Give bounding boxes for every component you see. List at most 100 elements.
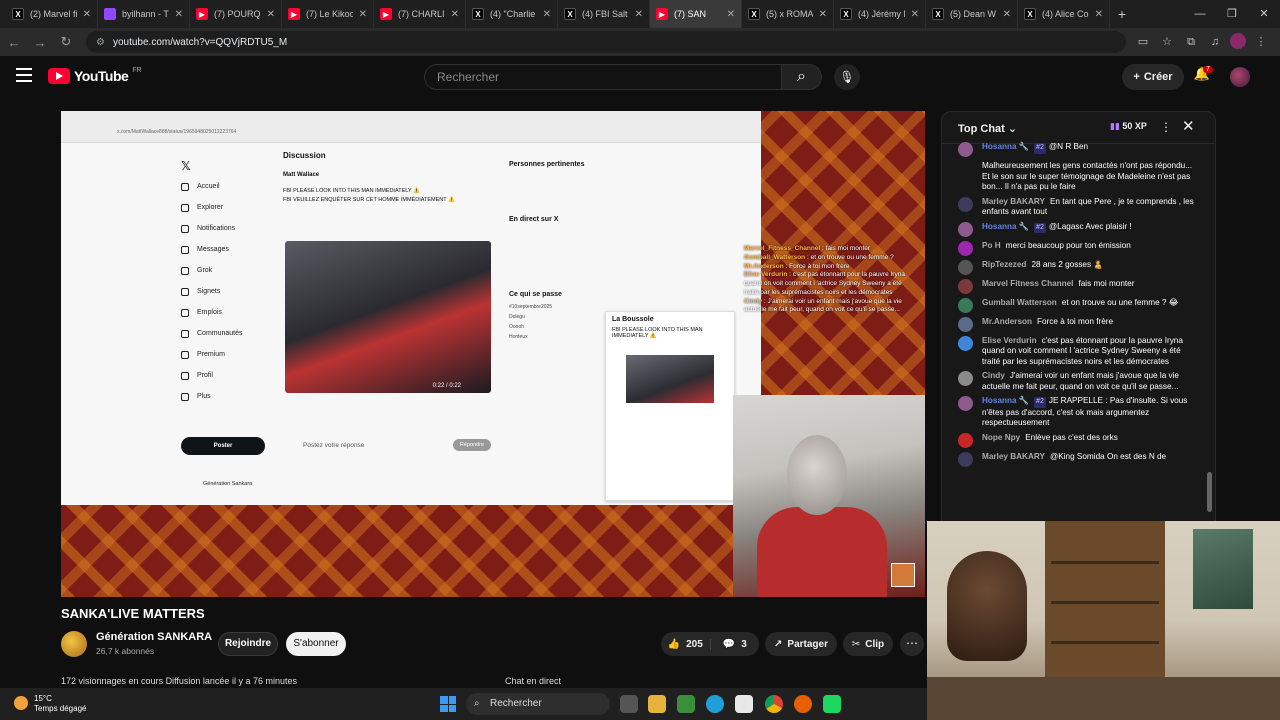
share-button[interactable]: ↗ Partager xyxy=(765,632,837,656)
voice-search-button[interactable]: 🎙 xyxy=(834,64,860,90)
chat-avatar[interactable] xyxy=(958,297,973,313)
chat-avatar[interactable] xyxy=(958,196,973,212)
task-view-icon[interactable] xyxy=(620,695,638,713)
chat-author[interactable]: Marley BAKARY xyxy=(982,197,1045,206)
chat-message[interactable]: Gumball Watterson et on trouve ou une fem… xyxy=(942,296,1204,315)
chat-author[interactable]: Marley BAKARY xyxy=(982,452,1045,461)
video-player[interactable]: x.com/MattWallace888/status/196594802501… xyxy=(61,111,925,597)
tab-close-icon[interactable]: ✕ xyxy=(819,9,827,20)
chat-message[interactable]: Hosanna 🔧 #2 @Lagasc Avec plaisir ! xyxy=(942,220,1204,239)
store-icon[interactable] xyxy=(735,695,753,713)
close-chat-icon[interactable]: ✕ xyxy=(1182,117,1195,135)
chat-author[interactable]: Marvel Fitness Channel xyxy=(982,279,1073,288)
search-input[interactable]: Rechercher xyxy=(424,64,782,90)
chat-avatar[interactable] xyxy=(958,142,973,157)
chat-avatar[interactable] xyxy=(958,259,973,275)
tab-close-icon[interactable]: ✕ xyxy=(1095,9,1103,20)
chat-author[interactable]: Hosanna 🔧 xyxy=(982,222,1029,231)
extensions-icon[interactable]: ⧉ xyxy=(1182,33,1200,51)
tab-close-icon[interactable]: ✕ xyxy=(1003,9,1011,20)
chat-message[interactable]: Mr.Anderson Force à toi mon frère xyxy=(942,315,1204,334)
forward-icon[interactable]: → xyxy=(28,35,52,50)
chat-avatar[interactable] xyxy=(958,432,973,448)
channel-name[interactable]: Génération SANKARA xyxy=(96,631,212,643)
chat-author[interactable]: Po H xyxy=(982,241,1001,250)
join-button[interactable]: Rejoindre xyxy=(218,632,278,656)
tab-close-icon[interactable]: ✕ xyxy=(83,9,91,20)
chat-options-icon[interactable]: ⋮ xyxy=(1160,120,1172,134)
browser-tab[interactable]: X (4) "Charlie K ✕ xyxy=(466,0,558,28)
tab-close-icon[interactable]: ✕ xyxy=(175,9,183,20)
chat-author[interactable]: Mr.Anderson xyxy=(982,317,1032,326)
chat-avatar[interactable] xyxy=(958,316,973,332)
media-icon[interactable]: ♫ xyxy=(1206,33,1224,51)
windows-start-icon[interactable] xyxy=(440,696,456,712)
chat-author[interactable]: Gumball Watterson xyxy=(982,298,1057,307)
create-button[interactable]: + Créer xyxy=(1122,64,1184,90)
file-explorer-icon[interactable] xyxy=(648,695,666,713)
chat-message[interactable]: Malheureusement les gens contactés n'ont… xyxy=(942,159,1204,195)
chat-avatar[interactable] xyxy=(958,396,973,411)
back-icon[interactable]: ← xyxy=(2,35,26,50)
reload-icon[interactable]: ↻ xyxy=(54,34,78,50)
tab-close-icon[interactable]: ✕ xyxy=(359,9,367,20)
chat-message[interactable]: Hosanna 🔧 #2 JE RAPPELLE : Pas d'insulte. … xyxy=(942,394,1204,431)
chat-message[interactable]: Elise Verdurin c'est pas étonnant pour la… xyxy=(942,334,1204,370)
browser-tab[interactable]: X (4) Jérémy B ✕ xyxy=(834,0,926,28)
subscribe-button[interactable]: S'abonner xyxy=(286,632,346,656)
site-info-icon[interactable]: ⚙ xyxy=(96,37,105,48)
tab-close-icon[interactable]: ✕ xyxy=(451,9,459,20)
browser-tab[interactable]: ▶ (7) CHARLIE ✕ xyxy=(374,0,466,28)
url-field[interactable]: ⚙ youtube.com/watch?v=QQVjRDTU5_M xyxy=(86,31,1126,53)
chat-author[interactable]: Nope Npy xyxy=(982,433,1020,442)
chrome-icon[interactable] xyxy=(765,695,783,713)
browser-tab[interactable]: X (5) x ROMA ✕ xyxy=(742,0,834,28)
chat-avatar[interactable] xyxy=(958,451,973,467)
account-avatar[interactable] xyxy=(1230,67,1250,87)
browser-tab[interactable]: ▶ (7) SAN ✕ xyxy=(650,0,742,28)
chat-avatar[interactable] xyxy=(958,221,973,237)
xp-badge[interactable]: ▮▮ 50 XP xyxy=(1110,121,1147,132)
chat-avatar[interactable] xyxy=(958,278,973,294)
search-button[interactable]: ⌕ xyxy=(782,64,822,90)
close-window-icon[interactable]: ✕ xyxy=(1248,0,1280,28)
chat-message[interactable]: Marvel Fitness Channel fais moi monter xyxy=(942,277,1204,296)
clip-button[interactable]: ✂ Clip xyxy=(843,632,893,656)
browser-menu-icon[interactable]: ⋮ xyxy=(1252,33,1270,51)
chat-message[interactable]: Nope Npy Enlève pas c'est des orks xyxy=(942,431,1204,450)
menu-icon[interactable] xyxy=(16,68,32,82)
cast-icon[interactable]: ▭ xyxy=(1134,33,1152,51)
new-tab-icon[interactable]: + xyxy=(1110,6,1134,22)
maximize-icon[interactable]: ❐ xyxy=(1216,0,1248,28)
tab-close-icon[interactable]: ✕ xyxy=(543,9,551,20)
chat-message[interactable]: Po H merci beaucoup pour ton émission xyxy=(942,239,1204,258)
browser-tab[interactable]: ▶ (7) POURQU ✕ xyxy=(190,0,282,28)
chat-message[interactable]: RipTezezed 28 ans 2 gosses 🧑‍🍼 xyxy=(942,258,1204,277)
firefox-icon[interactable] xyxy=(794,695,812,713)
tab-close-icon[interactable]: ✕ xyxy=(635,9,643,20)
chat-author[interactable]: Hosanna 🔧 xyxy=(982,396,1029,405)
minimize-icon[interactable]: — xyxy=(1184,0,1216,28)
chat-author[interactable]: Hosanna 🔧 xyxy=(982,142,1029,151)
chat-author[interactable]: RipTezezed xyxy=(982,260,1026,269)
edge-icon[interactable] xyxy=(706,695,724,713)
comments-button[interactable]: 💬 3 xyxy=(711,639,760,650)
chat-avatar[interactable] xyxy=(958,161,973,176)
bookmark-star-icon[interactable]: ☆ xyxy=(1158,33,1176,51)
channel-avatar[interactable] xyxy=(61,631,87,657)
chat-message[interactable]: Marley BAKARY En tant que Pere , je te co… xyxy=(942,195,1204,220)
browser-tab[interactable]: X (2) Marvel fi ✕ xyxy=(6,0,98,28)
like-button[interactable]: 👍 205 xyxy=(661,638,711,650)
chat-message[interactable]: Marley BAKARY @King Somida On est des N d… xyxy=(942,450,1204,469)
chat-message[interactable]: Hosanna 🔧 #2 @N R Ben xyxy=(942,140,1204,159)
browser-tab[interactable]: byilhann - Tv ✕ xyxy=(98,0,190,28)
nvidia-icon[interactable] xyxy=(677,695,695,713)
chat-author[interactable]: Elise Verdurin xyxy=(982,336,1037,345)
browser-tab[interactable]: X (4) Alice Co ✕ xyxy=(1018,0,1110,28)
tab-close-icon[interactable]: ✕ xyxy=(267,9,275,20)
chat-scrollbar[interactable] xyxy=(1207,152,1212,522)
chat-author[interactable]: Cindy xyxy=(982,371,1005,380)
chat-message[interactable]: Cindy J'aimerai voir un enfant mais j'avo… xyxy=(942,369,1204,394)
youtube-logo[interactable]: YouTube FR xyxy=(48,67,142,84)
tab-close-icon[interactable]: ✕ xyxy=(911,9,919,20)
